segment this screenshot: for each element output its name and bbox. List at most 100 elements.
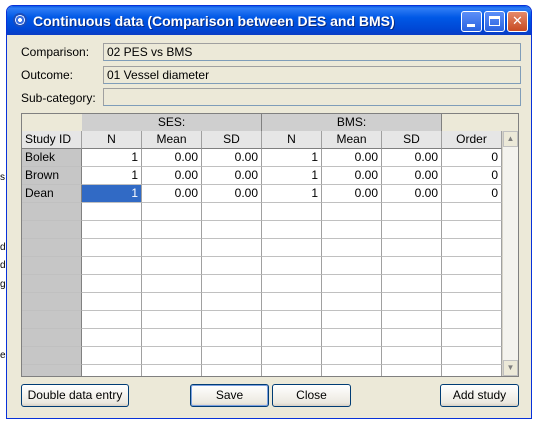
empty-table-row[interactable] xyxy=(22,203,502,221)
table-row[interactable]: Brown 1 0.00 0.00 1 0.00 0.00 0 xyxy=(22,167,502,185)
bms-n-cell[interactable]: 1 xyxy=(262,185,322,203)
empty-cell[interactable] xyxy=(262,329,322,347)
empty-cell[interactable] xyxy=(22,347,82,365)
title-bar[interactable]: Continuous data (Comparison between DES … xyxy=(7,6,531,35)
empty-cell[interactable] xyxy=(202,239,262,257)
empty-cell[interactable] xyxy=(82,293,142,311)
empty-cell[interactable] xyxy=(202,329,262,347)
empty-cell[interactable] xyxy=(82,221,142,239)
ses-n-cell[interactable]: 1 xyxy=(82,167,142,185)
empty-table-row[interactable] xyxy=(22,293,502,311)
bms-mean-cell[interactable]: 0.00 xyxy=(322,185,382,203)
empty-cell[interactable] xyxy=(442,347,502,365)
empty-cell[interactable] xyxy=(262,221,322,239)
empty-cell[interactable] xyxy=(382,329,442,347)
empty-cell[interactable] xyxy=(322,221,382,239)
empty-cell[interactable] xyxy=(22,275,82,293)
col-header-study-id[interactable]: Study ID xyxy=(22,131,82,149)
order-cell[interactable]: 0 xyxy=(442,149,502,167)
empty-cell[interactable] xyxy=(82,311,142,329)
maximize-button[interactable] xyxy=(484,11,505,32)
add-study-button[interactable]: Add study xyxy=(440,384,519,407)
empty-cell[interactable] xyxy=(382,239,442,257)
empty-cell[interactable] xyxy=(202,365,262,376)
bms-sd-cell[interactable]: 0.00 xyxy=(382,149,442,167)
minimize-button[interactable] xyxy=(461,11,482,32)
empty-cell[interactable] xyxy=(142,311,202,329)
empty-table-row[interactable] xyxy=(22,329,502,347)
order-cell[interactable]: 0 xyxy=(442,167,502,185)
empty-cell[interactable] xyxy=(322,311,382,329)
table-row[interactable]: Dean 1 0.00 0.00 1 0.00 0.00 0 xyxy=(22,185,502,203)
empty-cell[interactable] xyxy=(202,257,262,275)
empty-cell[interactable] xyxy=(22,257,82,275)
empty-cell[interactable] xyxy=(22,365,82,376)
empty-cell[interactable] xyxy=(322,365,382,376)
empty-cell[interactable] xyxy=(382,221,442,239)
empty-cell[interactable] xyxy=(442,329,502,347)
empty-table-row[interactable] xyxy=(22,221,502,239)
empty-cell[interactable] xyxy=(442,365,502,376)
empty-cell[interactable] xyxy=(382,365,442,376)
ses-mean-cell[interactable]: 0.00 xyxy=(142,167,202,185)
empty-cell[interactable] xyxy=(142,257,202,275)
empty-cell[interactable] xyxy=(322,293,382,311)
empty-cell[interactable] xyxy=(262,257,322,275)
empty-cell[interactable] xyxy=(142,365,202,376)
table-row[interactable]: Bolek 1 0.00 0.00 1 0.00 0.00 0 xyxy=(22,149,502,167)
empty-cell[interactable] xyxy=(202,347,262,365)
close-button[interactable]: Close xyxy=(272,384,351,407)
order-cell[interactable]: 0 xyxy=(442,185,502,203)
bms-n-cell[interactable]: 1 xyxy=(262,149,322,167)
empty-cell[interactable] xyxy=(322,275,382,293)
ses-sd-cell[interactable]: 0.00 xyxy=(202,167,262,185)
empty-cell[interactable] xyxy=(442,293,502,311)
empty-cell[interactable] xyxy=(22,311,82,329)
ses-n-cell-selected[interactable]: 1 xyxy=(82,185,142,203)
empty-cell[interactable] xyxy=(142,221,202,239)
empty-cell[interactable] xyxy=(82,203,142,221)
bms-n-cell[interactable]: 1 xyxy=(262,167,322,185)
ses-n-cell[interactable]: 1 xyxy=(82,149,142,167)
empty-cell[interactable] xyxy=(202,311,262,329)
empty-cell[interactable] xyxy=(22,221,82,239)
empty-cell[interactable] xyxy=(82,239,142,257)
scroll-up-button[interactable]: ▲ xyxy=(503,131,518,147)
empty-table-row[interactable] xyxy=(22,365,502,376)
empty-cell[interactable] xyxy=(322,257,382,275)
empty-cell[interactable] xyxy=(262,347,322,365)
empty-cell[interactable] xyxy=(322,239,382,257)
bms-sd-cell[interactable]: 0.00 xyxy=(382,167,442,185)
empty-cell[interactable] xyxy=(262,239,322,257)
empty-cell[interactable] xyxy=(142,239,202,257)
empty-cell[interactable] xyxy=(22,293,82,311)
empty-cell[interactable] xyxy=(22,203,82,221)
save-button[interactable]: Save xyxy=(190,384,269,407)
empty-table-row[interactable] xyxy=(22,275,502,293)
bms-sd-cell[interactable]: 0.00 xyxy=(382,185,442,203)
empty-cell[interactable] xyxy=(322,329,382,347)
empty-cell[interactable] xyxy=(442,275,502,293)
vertical-scrollbar[interactable]: ▲ ▼ xyxy=(502,131,518,376)
bms-mean-cell[interactable]: 0.00 xyxy=(322,167,382,185)
empty-cell[interactable] xyxy=(322,203,382,221)
study-id-cell[interactable]: Bolek xyxy=(22,149,82,167)
study-id-cell[interactable]: Brown xyxy=(22,167,82,185)
scroll-down-button[interactable]: ▼ xyxy=(503,360,518,376)
data-grid[interactable]: SES: BMS: Study ID N Mean SD N Mean SD O… xyxy=(21,113,519,377)
empty-cell[interactable] xyxy=(442,221,502,239)
col-header-bms-mean[interactable]: Mean xyxy=(322,131,382,149)
ses-mean-cell[interactable]: 0.00 xyxy=(142,185,202,203)
col-header-order[interactable]: Order xyxy=(442,131,502,149)
study-id-cell[interactable]: Dean xyxy=(22,185,82,203)
subcategory-field[interactable] xyxy=(103,88,521,106)
empty-table-row[interactable] xyxy=(22,311,502,329)
col-header-bms-n[interactable]: N xyxy=(262,131,322,149)
empty-cell[interactable] xyxy=(262,275,322,293)
empty-table-row[interactable] xyxy=(22,257,502,275)
empty-cell[interactable] xyxy=(82,275,142,293)
empty-cell[interactable] xyxy=(82,347,142,365)
empty-cell[interactable] xyxy=(82,257,142,275)
empty-cell[interactable] xyxy=(442,203,502,221)
empty-cell[interactable] xyxy=(382,311,442,329)
